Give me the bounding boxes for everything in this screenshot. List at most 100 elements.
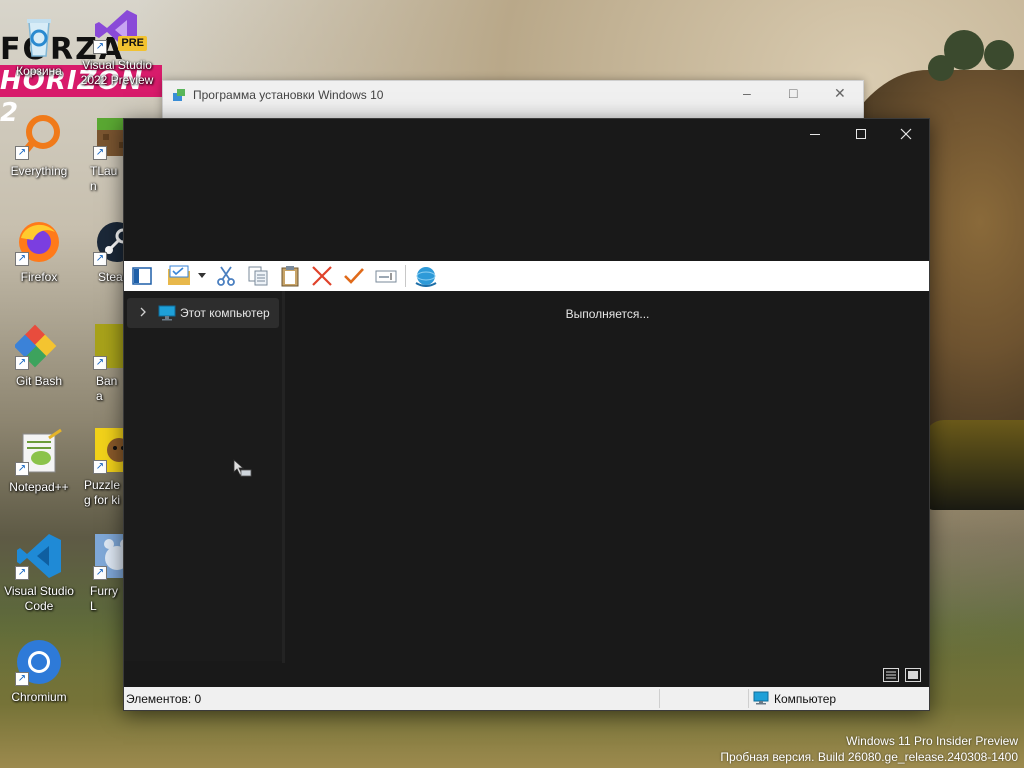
desktop-icon-label: Notepad++: [9, 480, 69, 494]
desktop-icon-label: Stea: [98, 270, 123, 284]
watermark-edition: Windows 11 Pro Insider Preview: [846, 734, 1018, 748]
scissors-icon: [217, 266, 235, 286]
setup-window-title: Программа установки Windows 10: [193, 88, 384, 102]
copy-button[interactable]: [246, 264, 270, 288]
desktop-icon-puzzle-game[interactable]: ↗ Puzzle g for ki: [78, 426, 124, 508]
desktop-icon-label: Bana: [96, 374, 118, 403]
details-view-icon: [883, 668, 899, 682]
maximize-button[interactable]: [838, 119, 884, 149]
desktop-icon-chromium[interactable]: ↗ Chromium: [0, 638, 78, 705]
desktop-icon-label: Git Bash: [15, 374, 63, 388]
cut-button[interactable]: [214, 264, 238, 288]
toolbar-separator: [405, 265, 406, 287]
close-button[interactable]: [883, 119, 929, 149]
rename-icon: [375, 270, 397, 283]
tree-item-label: Этот компьютер: [180, 306, 270, 320]
globe-icon: [415, 267, 437, 287]
desktop-icon-label: Firefox: [20, 270, 58, 284]
setup-maximize-button[interactable]: □: [789, 85, 797, 101]
puzzle-game-icon: ↗: [93, 426, 124, 474]
shortcut-arrow-icon: ↗: [15, 462, 29, 476]
desktop-icon-tlauncher[interactable]: ↗ TLaun: [78, 112, 124, 194]
desktop-icon-vscode[interactable]: ↗ Visual Studio Code: [0, 532, 78, 614]
desktop-icon-label: Everything: [10, 164, 68, 178]
navigation-pane-button[interactable]: [130, 264, 154, 288]
pane-splitter[interactable]: [282, 291, 285, 663]
shortcut-arrow-icon: ↗: [93, 356, 107, 370]
desktop-icon-label: Корзина: [16, 64, 62, 78]
desktop-icon-firefox[interactable]: ↗ Firefox: [0, 218, 78, 285]
desktop-icon-label: Puzzle g for ki: [84, 478, 121, 507]
desktop-icon-label: Visual Studio 2022 Preview: [80, 58, 154, 87]
minimize-icon: [810, 134, 820, 135]
status-bar: Элементов: 0 Компьютер: [124, 687, 929, 710]
desktop-icon-everything[interactable]: ↗ Everything: [0, 112, 78, 179]
clipboard-icon: [281, 266, 299, 287]
chromium-icon: ↗: [15, 638, 63, 686]
file-manager-window[interactable]: Этот компьютер Выполняется... Элементов:…: [123, 118, 930, 711]
desktop-icon-git-bash[interactable]: ↗ Git Bash: [0, 322, 78, 389]
everything-search-icon: ↗: [15, 112, 63, 160]
title-bar[interactable]: [124, 119, 929, 149]
desktop-icon-steam[interactable]: ↗ Stea: [78, 218, 124, 285]
shortcut-arrow-icon: ↗: [93, 566, 107, 580]
items-count: Элементов: 0: [126, 692, 202, 706]
dropdown-arrow-icon: [198, 273, 206, 278]
details-view-button[interactable]: [882, 667, 900, 683]
rename-button[interactable]: [374, 264, 398, 288]
shortcut-arrow-icon: ↗: [93, 146, 107, 160]
banana-icon: ↗: [93, 322, 124, 370]
minimize-button[interactable]: [792, 119, 838, 149]
visual-studio-icon: ↗ PRE: [93, 6, 147, 54]
setup-minimize-button[interactable]: –: [743, 85, 751, 101]
shortcut-arrow-icon: ↗: [15, 672, 29, 686]
maximize-icon: [856, 129, 866, 139]
vscode-icon: ↗: [15, 532, 63, 580]
pre-badge: PRE: [118, 36, 147, 51]
desktop-icon-banana[interactable]: ↗ Bana: [78, 322, 124, 404]
desktop-icon-furry-game[interactable]: ↗ Furry L: [78, 532, 124, 614]
accept-button[interactable]: [342, 264, 366, 288]
this-pc-icon: [158, 305, 176, 321]
notepad-plus-plus-icon: ↗: [15, 428, 63, 476]
navigation-tree[interactable]: Этот компьютер: [124, 291, 282, 661]
desktop-icon-visual-studio-2022-preview[interactable]: ↗ PRE Visual Studio 2022 Preview: [78, 6, 156, 88]
shortcut-arrow-icon: ↗: [93, 460, 107, 474]
wallpaper-car: [924, 420, 1024, 510]
steam-icon: ↗: [93, 218, 124, 266]
minecraft-block-icon: ↗: [93, 112, 124, 160]
loading-message: Выполняется...: [565, 307, 650, 321]
shortcut-arrow-icon: ↗: [15, 356, 29, 370]
watermark-build: Пробная версия. Build 26080.ge_release.2…: [720, 750, 1018, 764]
wallpaper-tree: [984, 40, 1014, 70]
status-divider: [659, 689, 660, 708]
desktop-icon-notepad-plus-plus[interactable]: ↗ Notepad++: [0, 428, 78, 495]
busy-cursor-icon: [233, 459, 252, 477]
delete-x-icon: [312, 266, 332, 286]
folder-check-icon: [168, 265, 190, 285]
tree-item-this-pc[interactable]: Этот компьютер: [127, 298, 279, 328]
copy-icon: [248, 266, 268, 286]
desktop-icon-label: Chromium: [11, 690, 67, 704]
wallpaper-tree: [928, 55, 954, 81]
firefox-icon: ↗: [15, 218, 63, 266]
file-list-pane[interactable]: Выполняется...: [286, 291, 929, 663]
new-folder-dropdown[interactable]: [196, 264, 208, 288]
shortcut-arrow-icon: ↗: [15, 146, 29, 160]
shortcut-arrow-icon: ↗: [93, 40, 107, 54]
location-label: Компьютер: [774, 692, 837, 706]
setup-app-icon: [172, 88, 186, 102]
large-icons-view-button[interactable]: [904, 667, 922, 683]
shell-button[interactable]: [414, 264, 438, 288]
shortcut-arrow-icon: ↗: [15, 566, 29, 580]
close-icon: [900, 128, 912, 140]
delete-button[interactable]: [310, 264, 334, 288]
new-folder-button[interactable]: [166, 264, 194, 288]
checkmark-icon: [344, 268, 364, 284]
setup-close-button[interactable]: ✕: [834, 85, 846, 102]
desktop-icon-recycle-bin[interactable]: Корзина: [0, 12, 78, 79]
desktop-icon-label: TLaun: [90, 164, 118, 193]
paste-button[interactable]: [278, 264, 302, 288]
shortcut-arrow-icon: ↗: [93, 252, 107, 266]
chevron-right-icon[interactable]: [137, 305, 149, 319]
